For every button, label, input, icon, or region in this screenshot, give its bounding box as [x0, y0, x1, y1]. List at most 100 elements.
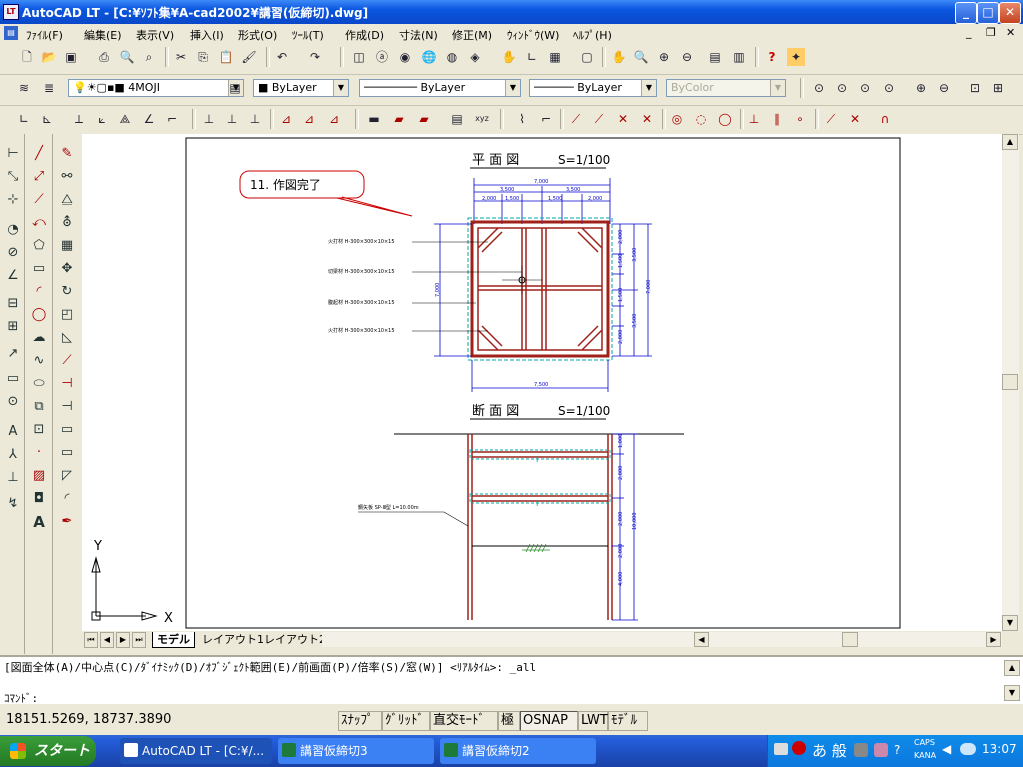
- scroll-thumb[interactable]: [1002, 374, 1018, 390]
- dim-linear-tool-icon[interactable]: ⊢: [2, 144, 24, 164]
- title-bar[interactable]: LT AutoCAD LT - [C:¥ｿﾌﾄ集¥A-cad2002¥講習(仮締…: [0, 0, 1023, 24]
- ime-dict-icon[interactable]: [874, 743, 888, 757]
- line-tool-icon[interactable]: ╱: [28, 144, 50, 164]
- tray-collapse-icon[interactable]: ◀: [942, 742, 951, 756]
- keyboard-icon[interactable]: [774, 743, 788, 755]
- explode-tool-icon[interactable]: ✒: [56, 512, 78, 532]
- scroll-down-icon[interactable]: ▼: [1002, 615, 1018, 631]
- snap-midpoint-icon[interactable]: ⟋: [590, 110, 608, 128]
- menu-insert[interactable]: 挿入(I): [190, 27, 224, 43]
- task-excel-3[interactable]: 講習仮締切3: [278, 738, 434, 764]
- dim-edit-icon[interactable]: ⊿: [325, 110, 343, 128]
- ime-help-icon[interactable]: ?: [894, 743, 900, 757]
- ime-tool-icon[interactable]: [854, 743, 868, 757]
- xline-tool-icon[interactable]: ⤢: [28, 167, 50, 187]
- publish-icon[interactable]: ◈: [466, 48, 484, 66]
- mtext-tool-icon[interactable]: A: [28, 512, 50, 532]
- menu-dimension[interactable]: 寸法(N): [399, 27, 438, 43]
- snap-node-icon[interactable]: ∘: [791, 110, 809, 128]
- zoom-window-icon[interactable]: ⊙: [810, 79, 828, 97]
- menu-tools[interactable]: ﾂｰﾙ(T): [292, 27, 324, 43]
- zoom-in-icon[interactable]: ⊕: [912, 79, 930, 97]
- doc-close-icon[interactable]: ✕: [1006, 26, 1015, 39]
- leader-tool-icon[interactable]: ↗: [2, 344, 24, 364]
- scroll-up-icon[interactable]: ▲: [1002, 134, 1018, 150]
- ime-mode[interactable]: あ 般: [812, 740, 847, 761]
- zoom-center-icon[interactable]: ⊙: [880, 79, 898, 97]
- hscroll-left-icon[interactable]: ◀: [694, 632, 709, 647]
- maximize-button[interactable]: □: [977, 2, 999, 24]
- update-icon[interactable]: ✦: [787, 48, 805, 66]
- task-autocad[interactable]: AutoCAD LT - [C:¥/...: [120, 738, 272, 764]
- polygon2-tool-icon[interactable]: ⬠: [28, 236, 50, 256]
- grid-toggle[interactable]: ｸﾞﾘｯﾄﾞ: [382, 711, 430, 731]
- polar-toggle[interactable]: 極: [498, 711, 520, 731]
- snap-quadrant-icon[interactable]: ◌: [692, 110, 710, 128]
- tool-palettes-icon[interactable]: ▥: [730, 48, 748, 66]
- snap-intersection-icon[interactable]: ✕: [614, 110, 632, 128]
- snap-center-icon[interactable]: ◎: [668, 110, 686, 128]
- ortho-toggle[interactable]: 直交ﾓｰﾄﾞ: [430, 711, 498, 731]
- dim-ordinate-icon[interactable]: ⟂: [70, 110, 88, 128]
- zoom-all-icon[interactable]: ⊡: [966, 79, 984, 97]
- autocad-app-icon[interactable]: LT: [3, 4, 19, 20]
- snap-nearest-icon[interactable]: ⟋: [822, 110, 840, 128]
- rectangle-tool-icon[interactable]: ▭: [28, 259, 50, 279]
- trim-tool-icon[interactable]: ⊣: [56, 374, 78, 394]
- hatch-tool-icon[interactable]: ▨: [28, 466, 50, 486]
- print-preview-icon[interactable]: 🔍: [118, 48, 136, 66]
- save-disk-icon[interactable]: ▣: [62, 48, 80, 66]
- cut-icon[interactable]: ✂: [172, 48, 190, 66]
- arc-tool-icon[interactable]: ◜: [28, 282, 50, 302]
- lengthen-tool-icon[interactable]: ⟋: [56, 351, 78, 371]
- dim-quick-icon[interactable]: ⌐: [163, 110, 181, 128]
- task-excel-2[interactable]: 講習仮締切2: [440, 738, 596, 764]
- region-tool-icon[interactable]: ◘: [28, 489, 50, 509]
- copy-icon[interactable]: ⎘: [194, 48, 212, 66]
- pan-icon[interactable]: ✋: [500, 48, 518, 66]
- dim-aligned-icon[interactable]: ⊾: [38, 110, 56, 128]
- dim-update-tool-icon[interactable]: ⊥: [2, 468, 24, 488]
- snap-toggle[interactable]: ｽﾅｯﾌﾟ: [338, 711, 382, 731]
- dim-angular-icon[interactable]: ∠: [140, 110, 158, 128]
- spline-tool-icon[interactable]: ∿: [28, 351, 50, 371]
- dim-diameter-tool-icon[interactable]: ⊘: [2, 243, 24, 263]
- polyline-tool-icon[interactable]: ⟋: [28, 190, 50, 210]
- layer-manager-icon[interactable]: ≋: [15, 79, 33, 97]
- tolerance-tool-icon[interactable]: ▭: [2, 369, 24, 389]
- break-tool-icon[interactable]: ▭: [56, 420, 78, 440]
- chamfer-tool-icon[interactable]: ◸: [56, 466, 78, 486]
- zoom-previous-icon[interactable]: ⊖: [678, 48, 696, 66]
- snap-from-icon[interactable]: ⌐: [537, 110, 555, 128]
- ime-icon[interactable]: [792, 741, 806, 755]
- plotstyle-select[interactable]: ByColor ▼: [666, 79, 786, 97]
- rotate-tool-icon[interactable]: ↻: [56, 282, 78, 302]
- dim-baseline-tool-icon[interactable]: ⊟: [2, 294, 24, 314]
- dim-diameter-icon[interactable]: ⟁: [116, 110, 134, 128]
- open-folder-icon[interactable]: 📂: [40, 48, 58, 66]
- browse-web-icon[interactable]: ◍: [443, 48, 461, 66]
- tab-next-icon[interactable]: ▶: [116, 632, 130, 648]
- zoom-out-icon[interactable]: ⊖: [935, 79, 953, 97]
- tab-layout1[interactable]: レイアウト1: [198, 632, 268, 647]
- ucs-icon[interactable]: ∟: [523, 48, 541, 66]
- make-layer-current-icon[interactable]: ▤: [226, 79, 244, 97]
- start-button[interactable]: スタート: [0, 736, 96, 766]
- dim-aligned-tool-icon[interactable]: ⤡: [2, 167, 24, 187]
- dim-style-icon[interactable]: ▬: [365, 110, 383, 128]
- zoom-extents-icon[interactable]: ⊞: [989, 79, 1007, 97]
- autodesk-a-icon[interactable]: ⓐ: [373, 48, 391, 66]
- revcloud-tool-icon[interactable]: ☁: [28, 328, 50, 348]
- network-icon[interactable]: [960, 743, 976, 755]
- zoom-scale-icon[interactable]: ⊙: [856, 79, 874, 97]
- today-icon[interactable]: ◉: [396, 48, 414, 66]
- insert-block-tool-icon[interactable]: ⧉: [28, 397, 50, 417]
- redraw-icon[interactable]: ▢: [578, 48, 596, 66]
- make-block-tool-icon[interactable]: ⊡: [28, 420, 50, 440]
- layer-previous-icon[interactable]: ≣: [40, 79, 58, 97]
- text-style-icon[interactable]: xyz: [473, 110, 491, 128]
- tab-first-icon[interactable]: ⏮: [84, 632, 98, 648]
- minimize-button[interactable]: _: [955, 2, 977, 24]
- dim-leader-icon[interactable]: ⊥: [246, 110, 264, 128]
- linetype-select[interactable]: ──────── ByLayer ▼: [359, 79, 521, 97]
